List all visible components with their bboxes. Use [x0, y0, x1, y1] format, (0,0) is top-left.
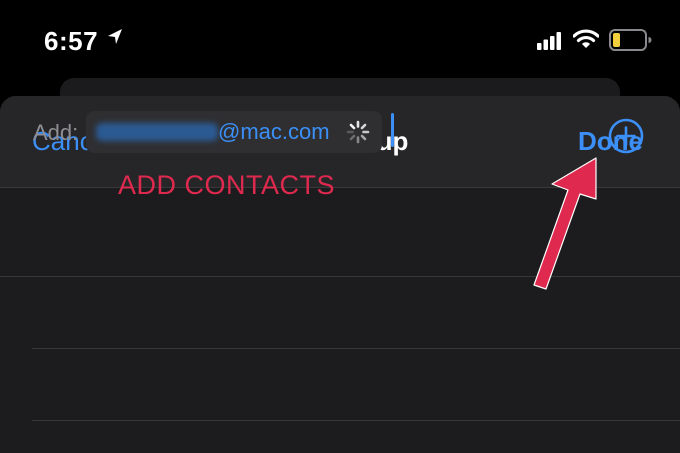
- text-cursor: [391, 113, 394, 147]
- recipient-email-text: @mac.com: [218, 119, 330, 144]
- status-time: 6:57: [44, 26, 99, 56]
- redacted-email-prefix: [96, 123, 218, 141]
- cellular-signal-icon: [537, 32, 561, 50]
- add-field-label: Add:: [33, 120, 79, 145]
- battery-low-icon: [609, 29, 652, 51]
- status-bar: 6:57: [0, 0, 680, 80]
- location-arrow-icon: [108, 29, 122, 44]
- recipient-token[interactable]: @mac.com: [86, 111, 382, 153]
- divider: [0, 276, 680, 277]
- annotation-label: ADD CONTACTS: [118, 170, 336, 200]
- loading-spinner-icon: [346, 120, 370, 144]
- divider: [32, 420, 680, 421]
- wifi-icon: [573, 29, 599, 48]
- plus-circle-icon: [608, 118, 644, 154]
- add-contact-button[interactable]: [606, 116, 646, 159]
- divider: [32, 348, 680, 349]
